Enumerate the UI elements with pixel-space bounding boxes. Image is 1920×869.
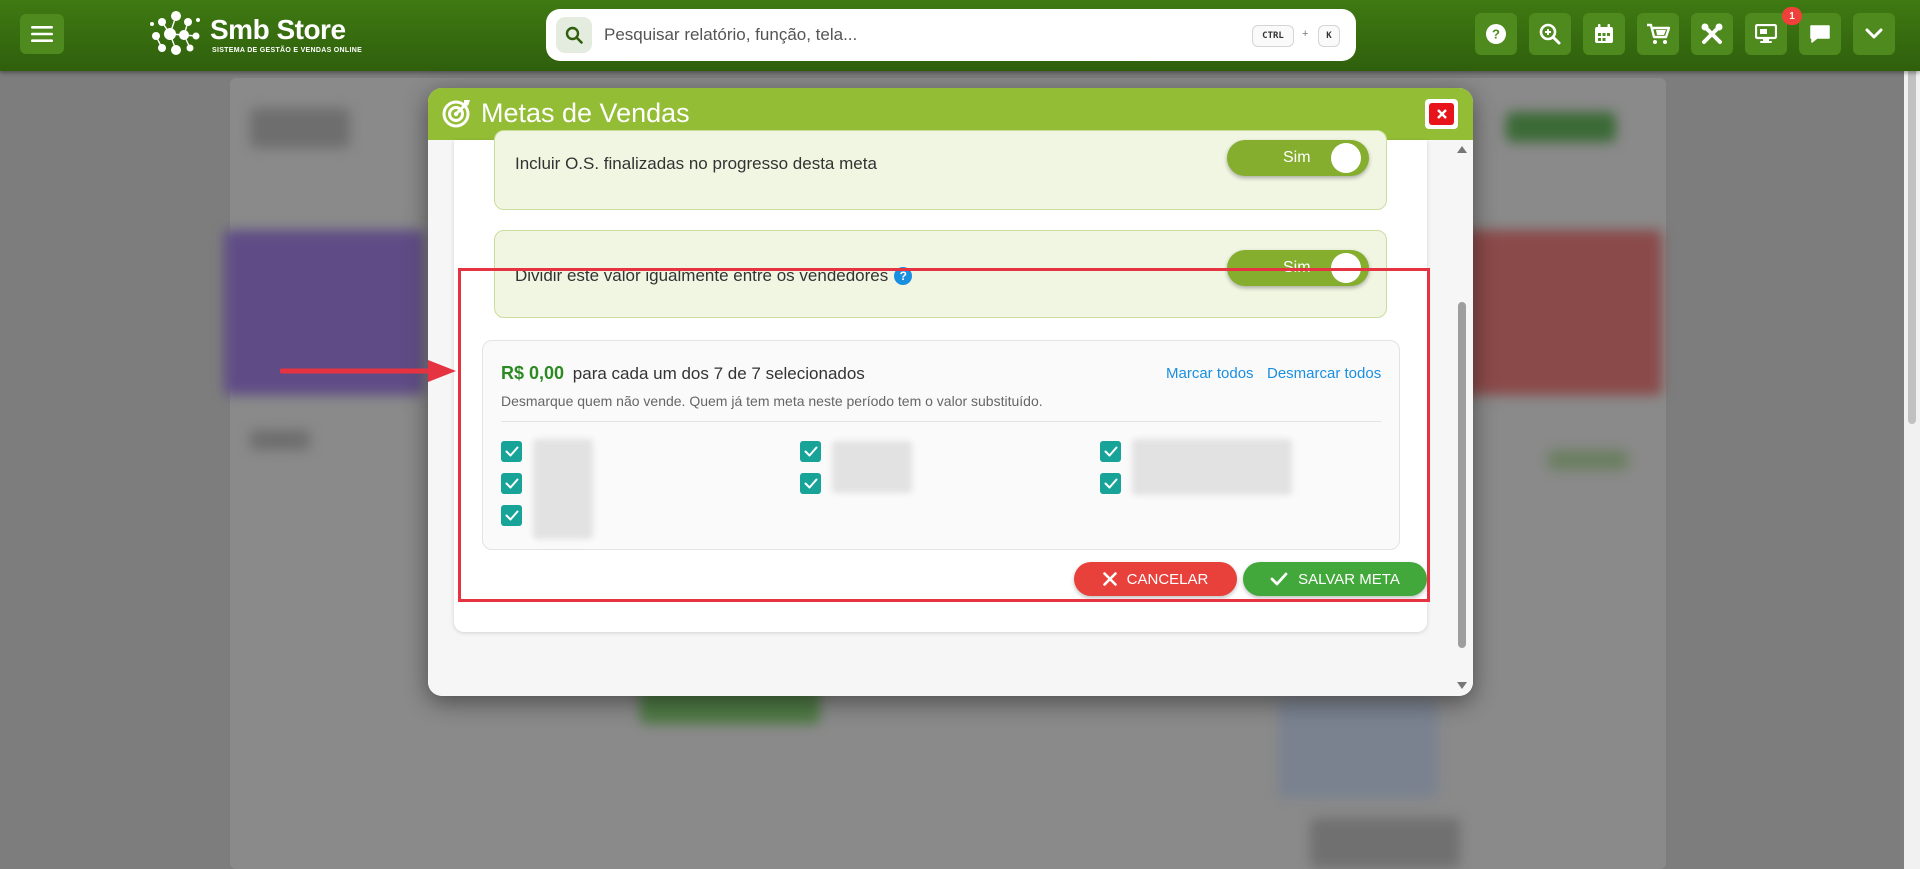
background-title-blur <box>250 108 350 148</box>
search-input[interactable] <box>604 19 1204 51</box>
calendar-button[interactable] <box>1583 13 1625 55</box>
global-search: CTRL + K <box>546 9 1356 61</box>
shortcut-key-k: K <box>1318 25 1340 47</box>
brand-name: Smb Store <box>210 14 346 45</box>
background-panel-blur-2 <box>1310 818 1460 868</box>
background-label-blur <box>250 430 310 450</box>
tools-button[interactable] <box>1691 13 1733 55</box>
background-label-blur-right <box>1548 450 1628 470</box>
help-button[interactable]: ? <box>1475 13 1517 55</box>
menu-icon <box>31 26 53 42</box>
shortcut-key-ctrl: CTRL <box>1252 25 1294 47</box>
logo-icon <box>150 11 200 55</box>
include-os-label: Incluir O.S. finalizadas no progresso de… <box>515 154 877 173</box>
zoom-button[interactable] <box>1529 13 1571 55</box>
modal-scrollbar[interactable] <box>1455 144 1469 692</box>
chevron-down-icon <box>1865 28 1883 39</box>
sales-goal-modal: Metas de Vendas Incluir O.S. finalizadas… <box>428 88 1473 696</box>
include-os-toggle[interactable]: Sim <box>1227 140 1369 176</box>
search-button[interactable] <box>556 17 592 53</box>
chat-icon <box>1810 25 1830 43</box>
cart-icon <box>1647 23 1670 44</box>
annotation-highlight-box <box>458 268 1430 602</box>
help-icon: ? <box>1486 24 1506 44</box>
close-icon <box>1436 109 1447 119</box>
svg-text:?: ? <box>1492 27 1500 42</box>
background-card-red <box>1462 230 1662 395</box>
page-scrollbar[interactable] <box>1904 0 1920 869</box>
modal-title: Metas de Vendas <box>481 98 690 128</box>
brand-subtitle: SISTEMA DE GESTÃO E VENDAS ONLINE <box>212 47 363 54</box>
search-icon <box>565 26 583 44</box>
scroll-thumb[interactable] <box>1458 302 1466 648</box>
tools-icon <box>1701 23 1723 44</box>
target-icon <box>442 100 470 128</box>
background-button-blur <box>1506 112 1616 142</box>
monitor-button[interactable] <box>1745 13 1787 55</box>
annotation-arrow-icon <box>280 360 456 382</box>
cart-button[interactable] <box>1637 13 1679 55</box>
close-button[interactable] <box>1425 99 1458 129</box>
shortcut-plus: + <box>1302 28 1309 40</box>
top-bar: Smb Store SISTEMA DE GESTÃO E VENDAS ONL… <box>0 0 1920 71</box>
background-panel-blur <box>1278 698 1438 798</box>
calendar-icon <box>1595 24 1613 43</box>
scroll-down-icon[interactable] <box>1457 682 1467 689</box>
menu-button[interactable] <box>20 14 64 54</box>
notification-badge: 1 <box>1782 7 1802 25</box>
chat-button[interactable] <box>1799 13 1841 55</box>
modal-body: Incluir O.S. finalizadas no progresso de… <box>428 130 1473 696</box>
include-os-option: Incluir O.S. finalizadas no progresso de… <box>494 130 1387 210</box>
user-menu-button[interactable] <box>1853 13 1895 55</box>
toggle-knob <box>1331 143 1361 173</box>
brand-logo[interactable]: Smb Store SISTEMA DE GESTÃO E VENDAS ONL… <box>148 8 368 60</box>
monitor-icon <box>1755 24 1777 43</box>
scroll-up-icon[interactable] <box>1457 146 1467 153</box>
include-os-toggle-text: Sim <box>1283 149 1311 166</box>
zoom-icon <box>1539 23 1561 45</box>
